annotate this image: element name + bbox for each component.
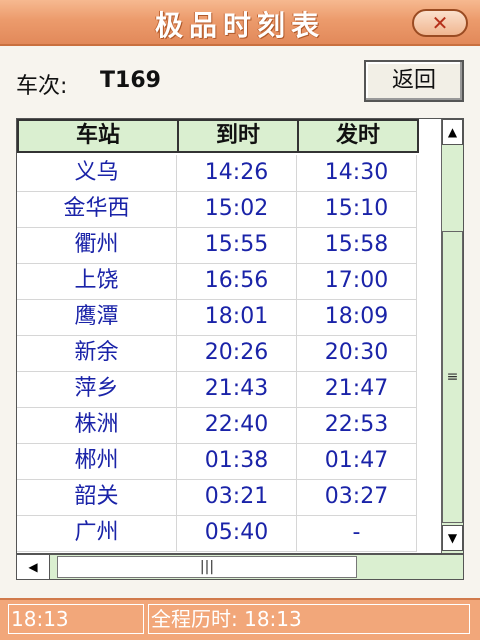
arrival-cell: 16:56 [177,263,297,299]
departure-cell: 18:09 [297,299,417,335]
close-button[interactable]: ✕ [412,9,468,37]
vertical-scroll-thumb[interactable]: ≡ [442,231,463,523]
arrival-cell: 03:21 [177,479,297,515]
table-row[interactable]: 韶关 03:21 03:27 [17,479,417,516]
window-title: 极品时刻表 [154,9,325,42]
arrival-cell: 22:40 [177,407,297,443]
station-cell: 株洲 [17,407,177,443]
table-row[interactable]: 新余 20:26 20:30 [17,335,417,372]
arrival-cell: 05:40 [177,515,297,551]
departure-cell: 20:30 [297,335,417,371]
column-header-arrival[interactable]: 到时 [177,119,299,153]
station-cell: 金华西 [17,191,177,227]
station-cell: 衢州 [17,227,177,263]
table-header: 车站 到时 发时 [17,119,463,155]
column-header-station[interactable]: 车站 [17,119,179,153]
arrival-cell: 15:02 [177,191,297,227]
status-time: 18:13 [8,604,144,634]
arrival-cell: 20:26 [177,335,297,371]
scroll-down-icon[interactable]: ▼ [442,525,463,551]
back-button[interactable]: 返回 [364,60,464,102]
station-cell: 萍乡 [17,371,177,407]
station-cell: 鹰潭 [17,299,177,335]
table-row[interactable]: 金华西 15:02 15:10 [17,191,417,228]
table-row[interactable]: 广州 05:40- [17,515,417,552]
station-cell: 义乌 [17,155,177,191]
departure-cell: - [297,515,417,551]
departure-cell: 14:30 [297,155,417,191]
table-row[interactable]: 鹰潭 18:01 18:09 [17,299,417,336]
timetable: 车站 到时 发时 义乌 14:26 14:30 金华西 15:02 15:10 衢州 15:5… [16,118,464,554]
table-row[interactable]: 株洲 22:40 22:53 [17,407,417,444]
table-row[interactable]: 上饶 16:56 17:00 [17,263,417,300]
arrival-cell: 14:26 [177,155,297,191]
departure-cell: 15:10 [297,191,417,227]
table-row[interactable]: 衢州 15:55 15:58 [17,227,417,264]
column-header-departure[interactable]: 发时 [297,119,419,153]
departure-cell: 03:27 [297,479,417,515]
table-row[interactable]: 萍乡 21:43 21:47 [17,371,417,408]
station-cell: 上饶 [17,263,177,299]
departure-cell: 01:47 [297,443,417,479]
arrival-cell: 18:01 [177,299,297,335]
station-cell: 韶关 [17,479,177,515]
arrival-cell: 01:38 [177,443,297,479]
status-total-duration: 全程历时: 18:13 [148,604,470,634]
horizontal-scroll-thumb[interactable]: ||| [57,556,357,578]
departure-cell: 17:00 [297,263,417,299]
scroll-up-icon[interactable]: ▲ [442,119,463,145]
scroll-left-icon[interactable]: ◀ [17,555,50,579]
title-bar: 极品时刻表 ✕ [0,0,480,46]
train-label: 车次: [16,74,68,99]
station-cell: 广州 [17,515,177,551]
train-number: T169 [100,68,161,93]
vertical-scrollbar[interactable]: ▲ ≡ ▼ [441,119,463,553]
departure-cell: 21:47 [297,371,417,407]
arrival-cell: 21:43 [177,371,297,407]
station-cell: 郴州 [17,443,177,479]
table-row[interactable]: 郴州 01:38 01:47 [17,443,417,480]
arrival-cell: 15:55 [177,227,297,263]
table-row[interactable]: 义乌 14:26 14:30 [17,155,417,192]
departure-cell: 22:53 [297,407,417,443]
station-cell: 新余 [17,335,177,371]
app-window: 极品时刻表 ✕ 车次: T169 返回 车站 到时 发时 义乌 14:26 14:3… [0,0,480,640]
departure-cell: 15:58 [297,227,417,263]
status-bar: 18:13 全程历时: 18:13 [0,598,480,640]
horizontal-scrollbar[interactable]: ◀ ||| [16,554,464,580]
